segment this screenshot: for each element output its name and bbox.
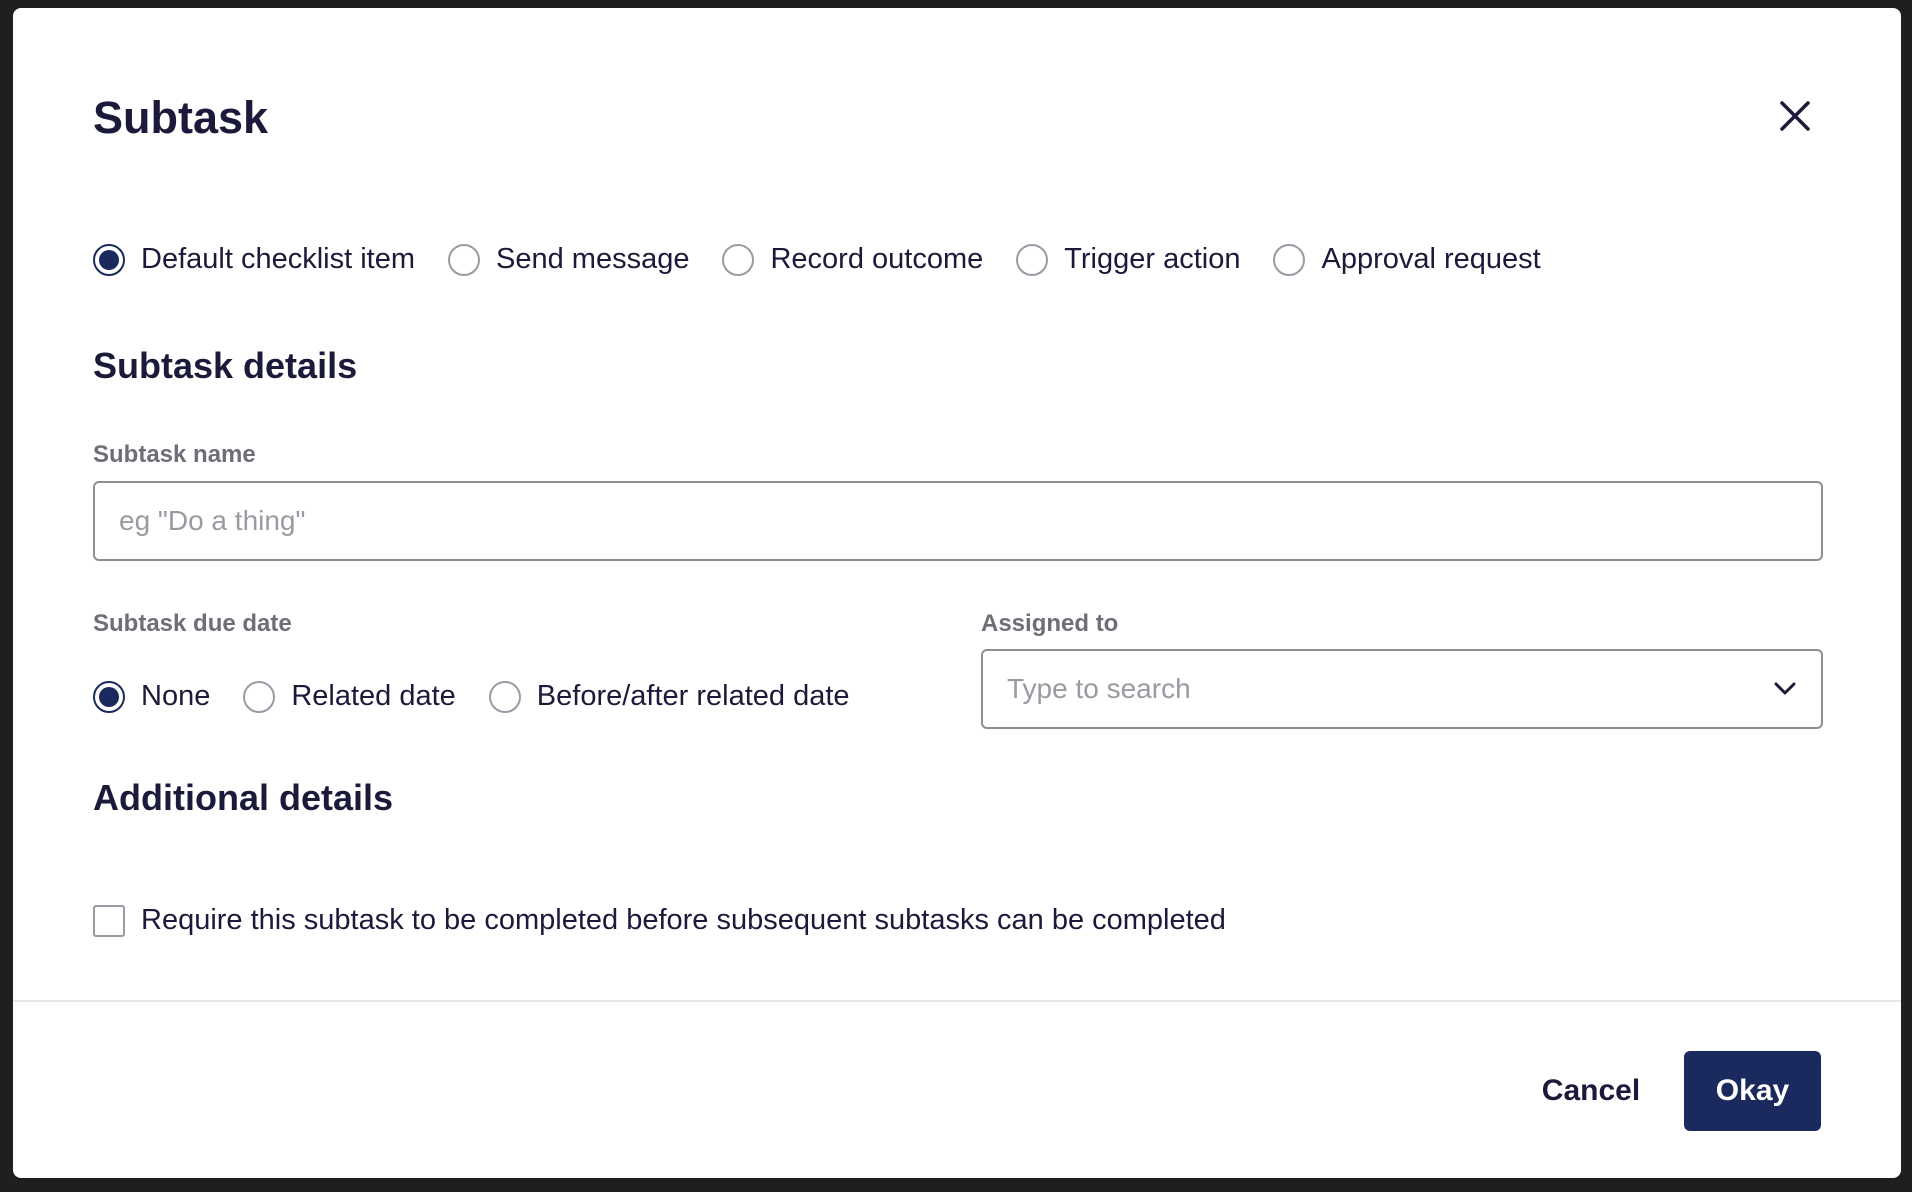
subtask-modal: Subtask Default checklist item Send mess… — [13, 8, 1901, 1178]
radio-label: Trigger action — [1064, 243, 1241, 275]
radio-label: Before/after related date — [536, 680, 850, 712]
assigned-to-placeholder: Type to search — [1007, 673, 1191, 704]
radio-label: Send message — [496, 243, 690, 275]
due-date-radio-group: None Related date Before/after related d… — [93, 680, 883, 713]
assigned-to-label: Assigned to — [981, 610, 1119, 637]
radio-label: Default checklist item — [141, 243, 415, 275]
require-completion-option[interactable]: Require this subtask to be completed bef… — [93, 904, 1226, 937]
radio-record-outcome[interactable]: Record outcome — [722, 243, 983, 276]
radio-send-message[interactable]: Send message — [448, 243, 689, 276]
additional-details-heading: Additional details — [93, 777, 394, 818]
subtask-name-input[interactable] — [93, 481, 1823, 561]
footer-divider — [13, 1000, 1901, 1002]
radio-button[interactable] — [722, 243, 755, 276]
radio-button[interactable] — [243, 680, 276, 713]
require-completion-checkbox[interactable] — [93, 904, 125, 937]
radio-due-before-after[interactable]: Before/after related date — [488, 680, 850, 713]
cancel-button[interactable]: Cancel — [1521, 1051, 1661, 1131]
subtask-due-date-label: Subtask due date — [93, 610, 292, 637]
chevron-down-icon — [1774, 682, 1796, 695]
radio-due-related-date[interactable]: Related date — [243, 680, 456, 713]
radio-button[interactable] — [488, 680, 521, 713]
radio-approval-request[interactable]: Approval request — [1273, 243, 1541, 276]
subtask-details-heading: Subtask details — [93, 345, 358, 386]
radio-trigger-action[interactable]: Trigger action — [1016, 243, 1240, 276]
radio-label: Related date — [291, 680, 456, 712]
assigned-to-select[interactable]: Type to search — [981, 649, 1823, 729]
close-button[interactable] — [1773, 94, 1817, 138]
modal-title: Subtask — [93, 92, 269, 143]
close-icon — [1780, 101, 1810, 131]
radio-label: Approval request — [1321, 243, 1541, 275]
radio-due-none[interactable]: None — [93, 680, 210, 713]
subtask-name-label: Subtask name — [93, 441, 256, 468]
okay-button[interactable]: Okay — [1684, 1051, 1821, 1131]
subtask-type-radio-group: Default checklist item Send message Reco… — [93, 243, 1574, 276]
radio-button[interactable] — [1016, 243, 1049, 276]
radio-button[interactable] — [1273, 243, 1306, 276]
radio-button[interactable] — [93, 680, 125, 713]
radio-button[interactable] — [448, 243, 480, 276]
radio-label: None — [141, 680, 211, 712]
require-completion-label: Require this subtask to be completed bef… — [141, 904, 1226, 936]
radio-label: Record outcome — [770, 243, 984, 275]
radio-default-checklist-item[interactable]: Default checklist item — [93, 243, 415, 276]
radio-button[interactable] — [93, 243, 125, 276]
